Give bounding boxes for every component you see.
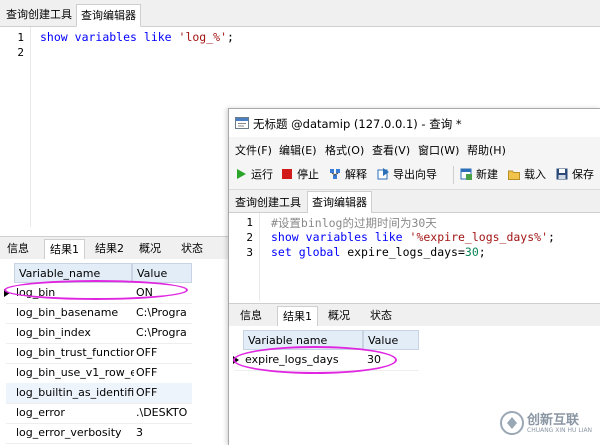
line-number: 3 [246, 246, 253, 259]
result-tab-result1[interactable]: 结果1 [277, 306, 318, 327]
export-wizard-button[interactable]: 导出向导 [377, 167, 437, 183]
watermark-subtext: CHUANG XIN HU LIAN [527, 427, 593, 434]
stop-icon [281, 168, 293, 180]
column-header-value[interactable]: Value [363, 330, 419, 350]
code-line-2: show variables like '%expire_logs_days%'… [271, 230, 555, 244]
watermark-logo: 创新互联 CHUANG XIN HU LIAN [499, 408, 594, 438]
toolbar-divider [453, 166, 454, 184]
tab-query-builder[interactable]: 查询创建工具 [2, 4, 76, 25]
new-button[interactable]: 新建 [460, 167, 498, 183]
query-window: 无标题 @datamip (127.0.0.1) - 查询 * 文件(F) 编辑… [228, 108, 600, 445]
tab-query-editor[interactable]: 查询编辑器 [307, 191, 372, 214]
menu-help[interactable]: 帮助(H) [467, 142, 506, 158]
line-number-gutter: 1 2 [0, 27, 31, 227]
tab-query-editor[interactable]: 查询编辑器 [76, 4, 141, 27]
menu-file[interactable]: 文件(F) [235, 142, 272, 158]
bg-result-grid[interactable]: Variable_name Value log_bin ON log_bin_b… [0, 259, 228, 444]
line-number: 1 [246, 216, 253, 229]
window-title-bar[interactable]: 无标题 @datamip (127.0.0.1) - 查询 * [229, 109, 600, 137]
new-query-icon [460, 168, 472, 180]
menu-bar: 文件(F) 编辑(E) 格式(O) 查看(V) 窗口(W) 帮助(H) [229, 137, 600, 161]
result-tab-info[interactable]: 信息 [235, 306, 267, 325]
result-tab-overview[interactable]: 概况 [323, 306, 355, 325]
cell-value: C:\Progra [136, 306, 187, 319]
query-window-icon [235, 117, 249, 129]
cell-value: .\DESKTO [136, 406, 188, 419]
cell-value: 3 [136, 426, 143, 439]
cell-variable-name: log_error_verbosity [16, 426, 122, 439]
code-line-3: set global expire_logs_days=30; [271, 245, 486, 259]
toolbar: 运行 停止 解释 导出向导 新建 载入 保存 [229, 161, 600, 190]
cell-variable-name: log_bin_index [16, 326, 91, 339]
result-tab-result2[interactable]: 结果2 [90, 239, 129, 258]
code-line-1: show variables like 'log_%'; [40, 30, 234, 44]
line-number-gutter: 1 2 3 [229, 213, 260, 301]
run-button[interactable]: 运行 [235, 167, 273, 183]
result-tab-status[interactable]: 状态 [176, 239, 208, 258]
cell-value: C:\Progra [136, 326, 187, 339]
fg-result-tabs: 信息 结果1 概况 状态 [229, 303, 600, 327]
cell-variable-name: log_bin_use_v1_row_e [16, 366, 134, 379]
line-number: 2 [17, 46, 24, 59]
table-row[interactable]: log_builtin_as_identifie OFF [6, 383, 192, 404]
run-icon [235, 168, 247, 180]
folder-icon [508, 168, 520, 180]
menu-edit[interactable]: 编辑(E) [279, 142, 317, 158]
result-tab-info[interactable]: 信息 [2, 239, 34, 258]
menu-view[interactable]: 查看(V) [372, 142, 410, 158]
cell-variable-name: log_bin_basename [16, 306, 119, 319]
tab-query-builder[interactable]: 查询创建工具 [231, 192, 305, 213]
cell-value: OFF [136, 386, 158, 399]
line-number: 1 [17, 31, 24, 44]
menu-window[interactable]: 窗口(W) [418, 142, 459, 158]
result-tab-overview[interactable]: 概况 [134, 239, 166, 258]
save-icon [556, 168, 568, 180]
cell-variable-name: log_bin_trust_function [16, 346, 134, 359]
bg-result-tabs: 信息 结果1 结果2 概况 状态 [0, 236, 228, 260]
fg-sql-editor[interactable]: 1 2 3 #设置binlog的过期时间为30天 show variables … [229, 213, 600, 301]
menu-format[interactable]: 格式(O) [325, 142, 364, 158]
highlight-ellipse [4, 280, 188, 300]
cell-value: OFF [136, 346, 158, 359]
load-button[interactable]: 载入 [508, 167, 546, 183]
table-row[interactable]: log_error_verbosity 3 [6, 423, 192, 444]
export-icon [377, 168, 389, 180]
highlight-ellipse [233, 346, 397, 374]
cell-value: OFF [136, 366, 158, 379]
line-number: 2 [246, 231, 253, 244]
explain-icon [329, 168, 341, 180]
window-title: 无标题 @datamip (127.0.0.1) - 查询 * [253, 117, 462, 131]
stop-button[interactable]: 停止 [281, 167, 319, 183]
code-comment-line: #设置binlog的过期时间为30天 [271, 216, 437, 230]
result-tab-result1[interactable]: 结果1 [44, 239, 85, 260]
result-tab-status[interactable]: 状态 [365, 306, 397, 325]
bg-tab-bar: 查询创建工具 查询编辑器 [0, 0, 600, 27]
table-row[interactable]: log_bin_use_v1_row_e OFF [6, 363, 192, 384]
table-row[interactable]: log_error .\DESKTO [6, 403, 192, 424]
cell-variable-name: log_error [16, 406, 65, 419]
column-header-value[interactable]: Value [132, 263, 192, 283]
watermark-text: 创新互联 [527, 413, 580, 428]
explain-button[interactable]: 解释 [329, 167, 367, 183]
table-row[interactable]: log_bin_trust_function OFF [6, 343, 192, 364]
table-row[interactable]: log_bin_basename C:\Progra [6, 303, 192, 324]
cell-variable-name: log_builtin_as_identifie [16, 386, 134, 399]
save-button[interactable]: 保存 [556, 167, 594, 183]
fg-tab-bar: 查询创建工具 查询编辑器 [229, 190, 600, 214]
table-row[interactable]: log_bin_index C:\Progra [6, 323, 192, 344]
